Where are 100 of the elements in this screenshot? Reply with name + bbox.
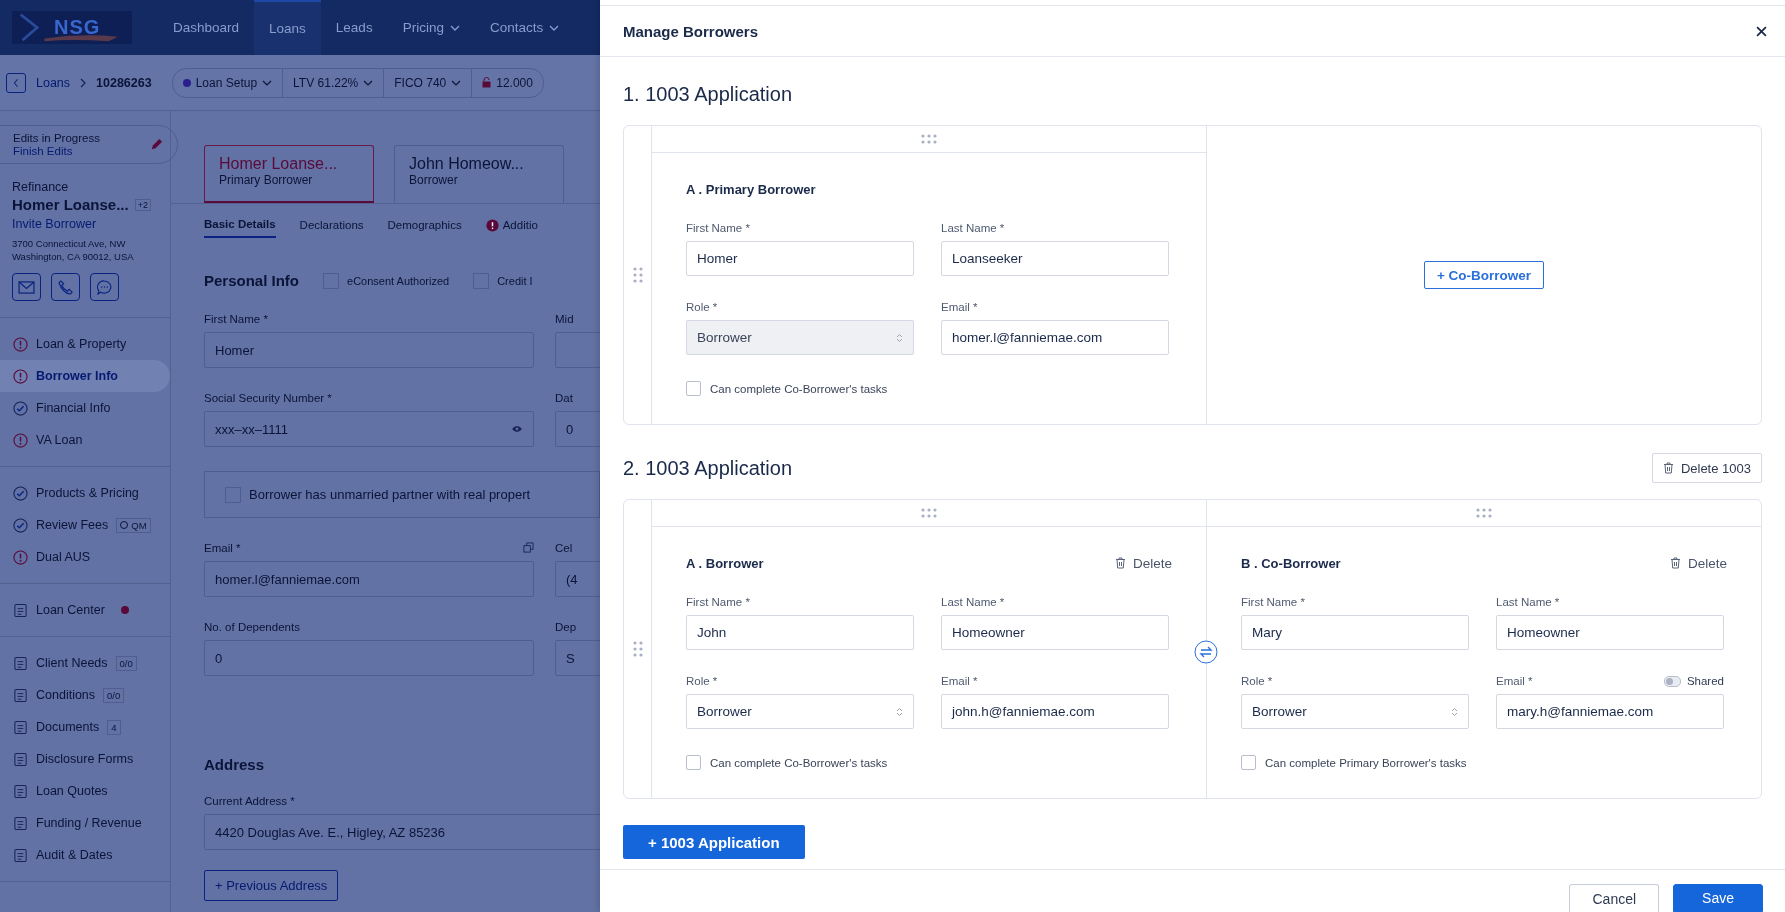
sidebar-item[interactable]: Client Needs 0/0 [0, 647, 170, 679]
field-label: Last Name * [1496, 596, 1560, 608]
nav-item[interactable]: Dashboard [158, 0, 255, 55]
swap-icon[interactable] [1194, 640, 1218, 664]
previous-address-button[interactable]: + Previous Address [204, 870, 339, 901]
chat-button[interactable] [90, 273, 119, 301]
field-label: No. of Dependents [204, 621, 300, 633]
sidebar-item[interactable]: Financial Info [0, 392, 170, 424]
drag-handle-icon[interactable] [632, 267, 643, 283]
shared-toggle[interactable]: Shared [1663, 675, 1724, 687]
trash-icon [1662, 462, 1674, 474]
sidebar-item[interactable]: Loan & Property [0, 328, 170, 360]
sidebar-item[interactable]: Loan Quotes [0, 775, 170, 807]
application-title: 2. 1003 Application [623, 456, 793, 480]
sidebar-item[interactable]: Borrower Info [0, 360, 170, 392]
input-field[interactable]: Loanseeker [941, 241, 1169, 276]
sidebar-item[interactable]: VA Loan [0, 424, 170, 456]
sidebar-item[interactable]: Disclosure Forms [0, 743, 170, 775]
drag-handle-icon[interactable] [632, 641, 643, 657]
copy-icon[interactable] [523, 542, 534, 553]
page-icon [13, 847, 28, 863]
breadcrumb-link[interactable]: Loans [36, 75, 71, 90]
field-label: Last Name * [941, 222, 1005, 234]
field-label: First Name * [686, 596, 750, 608]
section-title: Personal Info [204, 272, 300, 289]
delete-button[interactable]: Delete [1669, 555, 1727, 571]
section-title: Address [204, 756, 266, 773]
input-field[interactable]: xxx–xx–1111 [204, 411, 534, 447]
drag-handle-icon[interactable] [921, 134, 937, 144]
sort-arrows-icon [896, 332, 903, 343]
borrower-heading: A . Borrower [686, 555, 764, 571]
input-field[interactable]: 0 [204, 640, 534, 676]
section-tab[interactable]: Basic Details [204, 218, 276, 238]
checkbox[interactable]: Credit I [473, 272, 533, 289]
sidebar-item[interactable]: Review Fees QM [0, 509, 170, 541]
nav-item[interactable]: Leads [320, 0, 388, 55]
input-field[interactable]: Homer [204, 332, 534, 368]
add-co-borrower-button[interactable]: + Co-Borrower [1423, 261, 1545, 289]
status-chip[interactable]: Loan Setup [172, 68, 284, 97]
section-tab[interactable]: Additio [485, 218, 538, 238]
phone-button[interactable] [51, 273, 80, 301]
section-tab[interactable]: Declarations [299, 218, 364, 238]
input-field[interactable]: John [686, 615, 914, 650]
sidebar-item[interactable]: Documents 4 [0, 711, 170, 743]
eye-icon[interactable] [511, 425, 523, 433]
borrower-tab[interactable]: John Homeow... Borrower [394, 145, 564, 203]
role-select[interactable]: Borrower [686, 694, 914, 729]
input-field[interactable]: Mary [1241, 615, 1469, 650]
nav-item[interactable]: Contacts [474, 0, 575, 55]
dialog-button[interactable]: Save [1673, 884, 1763, 912]
input-field[interactable]: Homeowner [1496, 615, 1724, 650]
drag-handle-icon[interactable] [1476, 508, 1492, 518]
status-chip[interactable]: FICO 740 [384, 68, 473, 97]
logo[interactable]: NSG [12, 11, 132, 44]
sidebar-item[interactable]: Products & Pricing [0, 477, 170, 509]
input-field[interactable]: homer.l@fanniemae.com [941, 320, 1169, 355]
sidebar-item[interactable]: Conditions 0/0 [0, 679, 170, 711]
input-field[interactable]: john.h@fanniemae.com [941, 694, 1169, 729]
drag-handle-icon[interactable] [921, 508, 937, 518]
sort-arrows-icon [896, 706, 903, 717]
field-label: Email * [204, 542, 241, 554]
input-field[interactable]: mary.h@fanniemae.com [1496, 694, 1724, 729]
status-chip[interactable]: LTV 61.22% [283, 68, 385, 97]
loan-type: Refinance [12, 180, 70, 194]
input-field[interactable]: 4420 Douglas Ave. E., Higley, AZ 85236 [204, 814, 600, 850]
nav-item[interactable]: Loans [254, 0, 321, 55]
chevron-icon [262, 79, 273, 86]
field-label: Role * [1241, 675, 1273, 687]
finish-edits-link[interactable]: Finish Edits [13, 145, 100, 157]
field-label: First Name * [1241, 596, 1305, 608]
sidebar-item[interactable]: Funding / Revenue [0, 807, 170, 839]
checkbox[interactable]: Can complete Co-Borrower's tasks [686, 381, 1172, 396]
borrower-heading: B . Co-Borrower [1241, 555, 1341, 571]
address-line: 3700 Connecticut Ave, NW [12, 237, 127, 250]
role-select[interactable]: Borrower [1241, 694, 1469, 729]
chat-bubble-icon [97, 279, 112, 295]
sidebar-item[interactable]: Loan Center [0, 594, 170, 626]
status-chip[interactable]: 12.000 [472, 68, 543, 97]
trash-icon [1114, 557, 1126, 569]
checkbox[interactable]: Can complete Primary Borrower's tasks [1241, 755, 1727, 770]
checkbox[interactable]: eConsent Authorized [323, 272, 450, 289]
delete-application-button[interactable]: Delete 1003 [1651, 453, 1762, 483]
section-tab[interactable]: Demographics [387, 218, 462, 238]
borrower-tab[interactable]: Homer Loanse... Primary Borrower [204, 145, 374, 203]
input-field[interactable]: Homeowner [941, 615, 1169, 650]
application-title: 1. 1003 Application [623, 82, 793, 106]
mail-button[interactable] [12, 273, 41, 301]
sidebar-item[interactable]: Dual AUS [0, 541, 170, 573]
sidebar-item[interactable]: Audit & Dates [0, 839, 170, 871]
invite-link[interactable]: Invite Borrower [12, 217, 158, 231]
input-field[interactable]: homer.l@fanniemae.com [204, 561, 534, 597]
dialog-button[interactable]: Cancel [1569, 884, 1660, 912]
nav-item[interactable]: Pricing [387, 0, 475, 55]
back-button[interactable] [6, 72, 26, 93]
count-badge: 0/0 [115, 655, 137, 671]
add-application-button[interactable]: + 1003 Application [623, 825, 805, 859]
delete-button[interactable]: Delete [1114, 555, 1172, 571]
input-field[interactable]: Homer [686, 241, 914, 276]
checkbox[interactable]: Can complete Co-Borrower's tasks [686, 755, 1172, 770]
lock-icon [482, 77, 492, 88]
